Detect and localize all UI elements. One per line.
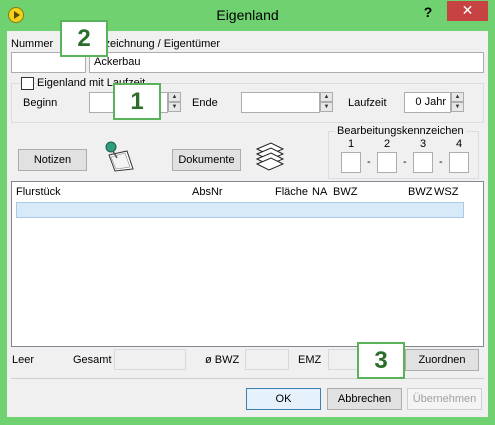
documents-stack-icon[interactable] [253, 141, 287, 171]
col-header-wsz[interactable]: WSZ [434, 186, 458, 198]
nummer-label: Nummer [11, 38, 54, 50]
laufzeit-checkbox[interactable] [21, 77, 34, 90]
close-button[interactable]: ✕ [447, 1, 488, 21]
gesamt-field [114, 349, 186, 370]
laufzeit-spinner[interactable]: ▲ ▼ [451, 92, 464, 113]
dialog-body: Nummer Bezeichnung / Eigentümer Ackerbau… [7, 20, 488, 417]
leer-label: Leer [12, 354, 35, 366]
bk-number-2: 2 [384, 138, 391, 150]
col-header-bwz-2[interactable]: BWZ [408, 186, 432, 198]
laufzeit-input[interactable]: 0 Jahr [404, 92, 451, 113]
bezeichnung-label: Bezeichnung / Eigentümer [91, 38, 221, 50]
bk-number-3: 3 [420, 138, 427, 150]
help-button[interactable]: ? [420, 4, 436, 22]
dokumente-button[interactable]: Dokumente [172, 149, 241, 171]
emz-label: EMZ [298, 354, 322, 366]
col-header-bwz[interactable]: BWZ [333, 186, 357, 198]
notes-pin-icon[interactable] [103, 141, 137, 173]
bk-input-1[interactable] [341, 152, 361, 173]
gesamt-label: Gesamt [73, 354, 112, 366]
footer-divider [11, 378, 484, 379]
notizen-button[interactable]: Notizen [18, 149, 87, 171]
bk-separator-1: - [367, 156, 371, 168]
bk-number-1: 1 [348, 138, 355, 150]
callout-badge-1: 1 [113, 83, 161, 120]
zuordnen-button[interactable]: Zuordnen [405, 349, 479, 371]
col-header-flaeche[interactable]: Fläche [275, 186, 308, 198]
callout-badge-3: 3 [357, 342, 405, 379]
flurstueck-table[interactable]: Flurstück AbsNr Fläche NA BWZ BWZ WSZ [11, 181, 484, 347]
col-header-na[interactable]: NA [312, 186, 327, 198]
bk-input-2[interactable] [377, 152, 397, 173]
table-row-selected[interactable] [16, 202, 464, 218]
bk-separator-2: - [403, 156, 407, 168]
ende-input[interactable] [241, 92, 320, 113]
uebernehmen-button[interactable]: Übernehmen [407, 388, 482, 410]
ende-label: Ende [192, 97, 218, 109]
bwz-avg-label: ø BWZ [205, 354, 240, 366]
dialog-window: Eigenland ? ✕ Nummer Bezeichnung / Eigen… [0, 0, 495, 425]
beginn-label: Beginn [23, 97, 58, 109]
bwz-avg-field [245, 349, 289, 370]
bk-input-4[interactable] [449, 152, 469, 173]
laufzeit-label: Laufzeit [348, 97, 387, 109]
col-header-flurstueck[interactable]: Flurstück [16, 186, 61, 198]
beginn-spinner[interactable]: ▲ ▼ [168, 92, 181, 113]
ende-spinner[interactable]: ▲ ▼ [320, 92, 333, 113]
col-header-absnr[interactable]: AbsNr [192, 186, 223, 198]
callout-badge-2: 2 [60, 20, 108, 57]
abbrechen-button[interactable]: Abbrechen [327, 388, 402, 410]
bk-number-4: 4 [456, 138, 463, 150]
bk-input-3[interactable] [413, 152, 433, 173]
bezeichnung-input[interactable]: Ackerbau [89, 52, 484, 73]
bk-separator-3: - [439, 156, 443, 168]
ok-button[interactable]: OK [246, 388, 321, 410]
bearbeitung-title: Bearbeitungskennzeichen [335, 125, 466, 137]
